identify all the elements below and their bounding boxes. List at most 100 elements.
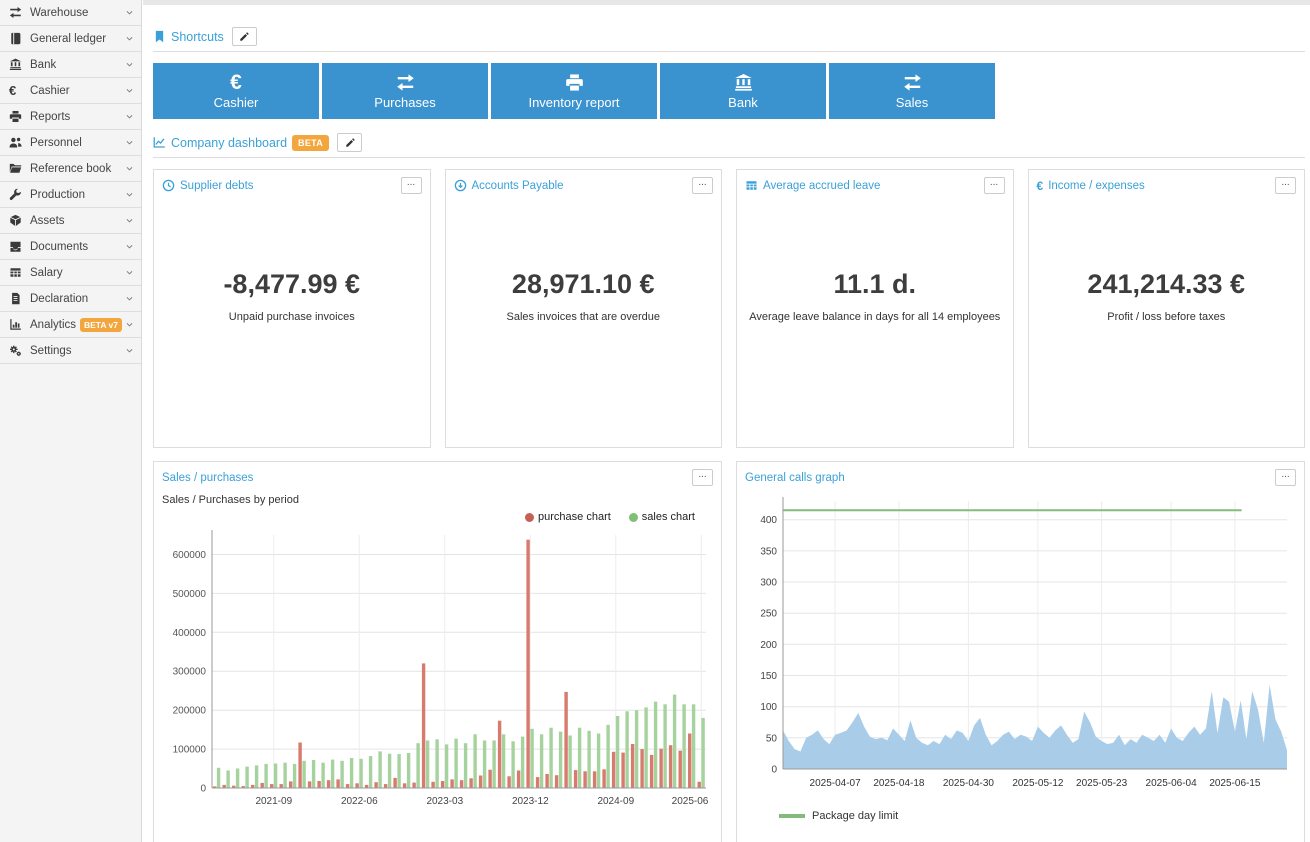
general-calls-title[interactable]: General calls graph: [745, 472, 845, 484]
circle-arrow-down-icon: [454, 179, 467, 192]
pencil-icon: [239, 32, 249, 42]
card-title[interactable]: Accounts Payable: [472, 180, 564, 192]
limit-line-swatch: [779, 814, 805, 818]
shortcut-label: Bank: [728, 95, 758, 110]
sidebar-item-personnel[interactable]: Personnel: [0, 130, 141, 156]
card-header: € Income / expenses...: [1029, 170, 1305, 199]
sidebar-item-salary[interactable]: Salary: [0, 260, 141, 286]
sidebar-item-documents[interactable]: Documents: [0, 234, 141, 260]
bar-chart-icon: [9, 318, 27, 331]
more-button[interactable]: ...: [984, 177, 1005, 194]
shortcut-purchases-button[interactable]: Purchases: [322, 63, 488, 119]
more-button[interactable]: ...: [401, 177, 422, 194]
svg-text:2025-04-30: 2025-04-30: [943, 778, 995, 789]
shortcut-cashier-button[interactable]: €Cashier: [153, 63, 319, 119]
folder-icon: [9, 162, 27, 175]
chevron-down-icon: [125, 242, 134, 251]
edit-dashboard-button[interactable]: [337, 133, 362, 152]
card-header: Average accrued leave...: [737, 170, 1013, 199]
sidebar-item-reports[interactable]: Reports: [0, 104, 141, 130]
charts-row: Sales / purchases ... Sales / Purchases …: [153, 461, 1305, 842]
legend-item-sales-chart: sales chart: [629, 511, 695, 523]
legend-label: sales chart: [642, 511, 695, 523]
svg-text:500000: 500000: [173, 589, 207, 600]
sidebar-item-reference-book[interactable]: Reference book: [0, 156, 141, 182]
gears-icon: [9, 344, 27, 357]
svg-text:0: 0: [200, 784, 206, 795]
svg-text:50: 50: [766, 733, 778, 744]
line-chart-icon: [153, 136, 166, 149]
bank-icon: [9, 58, 27, 71]
svg-text:350: 350: [760, 546, 777, 557]
svg-text:0: 0: [771, 765, 777, 776]
sidebar-item-label: Warehouse: [30, 7, 125, 19]
kpi-card-average-accrued-leave: Average accrued leave...11.1 d.Average l…: [736, 169, 1014, 448]
sidebar-item-label: Cashier: [30, 85, 125, 97]
shortcut-label: Cashier: [214, 95, 259, 110]
sidebar-item-label: Analytics: [30, 319, 80, 331]
svg-text:100000: 100000: [173, 745, 207, 756]
shortcuts-title[interactable]: Shortcuts: [171, 30, 224, 44]
svg-text:400000: 400000: [173, 628, 207, 639]
sidebar-item-label: Salary: [30, 267, 125, 279]
kpi-subtitle: Unpaid purchase invoices: [154, 311, 430, 323]
card-body: 241,214.33 € Profit / loss before taxes: [1029, 199, 1305, 323]
more-button[interactable]: ...: [1275, 177, 1296, 194]
shortcut-label: Sales: [896, 95, 929, 110]
sales-purchases-title[interactable]: Sales / purchases: [162, 472, 253, 484]
users-icon: [9, 136, 27, 149]
legend-dot: [629, 513, 638, 522]
svg-text:300000: 300000: [173, 667, 207, 678]
sidebar-item-label: Production: [30, 189, 125, 201]
svg-text:250: 250: [760, 609, 777, 620]
kpi-subtitle: Average leave balance in days for all 14…: [737, 311, 1013, 323]
kpi-value: 241,214.33 €: [1029, 269, 1305, 300]
limit-legend-label: Package day limit: [812, 810, 898, 822]
sidebar-item-label: Settings: [30, 345, 125, 357]
sidebar-item-analytics[interactable]: AnalyticsBETA v7: [0, 312, 141, 338]
svg-text:2023-12: 2023-12: [512, 796, 549, 807]
sidebar-item-bank[interactable]: Bank: [0, 52, 141, 78]
card-title[interactable]: Income / expenses: [1048, 180, 1145, 192]
sidebar-item-general-ledger[interactable]: General ledger: [0, 26, 141, 52]
pencil-icon: [345, 138, 355, 148]
sidebar-item-settings[interactable]: Settings: [0, 338, 141, 364]
swap-icon: [395, 73, 416, 93]
shortcut-bank-button[interactable]: Bank: [660, 63, 826, 119]
dashboard-title[interactable]: Company dashboard: [171, 136, 287, 150]
svg-text:2025-05-23: 2025-05-23: [1076, 778, 1128, 789]
shortcut-inventory-report-button[interactable]: Inventory report: [491, 63, 657, 119]
sidebar-item-warehouse[interactable]: Warehouse: [0, 0, 141, 26]
svg-text:2025-06-04: 2025-06-04: [1146, 778, 1198, 789]
shortcut-sales-button[interactable]: Sales: [829, 63, 995, 119]
svg-text:2025-06-15: 2025-06-15: [1209, 778, 1261, 789]
kpi-card-income-expenses: € Income / expenses... 241,214.33 € Profit …: [1028, 169, 1306, 448]
svg-text:2022-06: 2022-06: [341, 796, 378, 807]
sales-purchases-more-button[interactable]: ...: [692, 469, 713, 486]
more-button[interactable]: ...: [692, 177, 713, 194]
general-calls-more-button[interactable]: ...: [1275, 469, 1296, 486]
chevron-down-icon: [125, 346, 134, 355]
euro-icon: €: [1037, 179, 1044, 193]
sidebar-item-assets[interactable]: Assets: [0, 208, 141, 234]
sidebar-item-declaration[interactable]: Declaration: [0, 286, 141, 312]
file-text-icon: [9, 292, 27, 305]
edit-shortcuts-button[interactable]: [232, 27, 257, 46]
kpi-cards: Supplier debts...-8,477.99 €Unpaid purch…: [153, 169, 1305, 448]
main-content: Shortcuts €CashierPurchasesInventory rep…: [143, 0, 1310, 842]
chevron-down-icon: [125, 138, 134, 147]
sidebar-item-label: General ledger: [30, 33, 125, 45]
sidebar-item-cashier[interactable]: €Cashier: [0, 78, 141, 104]
kpi-subtitle: Profit / loss before taxes: [1029, 311, 1305, 323]
table-icon: [745, 179, 758, 192]
card-body: 28,971.10 €Sales invoices that are overd…: [446, 199, 722, 323]
sidebar: Warehouse General ledger Bank€CashierRepor…: [0, 0, 142, 842]
bookmark-icon: [153, 30, 166, 43]
card-title[interactable]: Supplier debts: [180, 180, 254, 192]
card-title[interactable]: Average accrued leave: [763, 180, 880, 192]
card-header: Sales / purchases ...: [154, 462, 721, 491]
general-calls-chart: 0501001502002503003504002025-04-072025-0…: [737, 493, 1304, 798]
sidebar-item-production[interactable]: Production: [0, 182, 141, 208]
svg-text:2025-06: 2025-06: [672, 796, 709, 807]
legend-item-purchase-chart: purchase chart: [525, 511, 611, 523]
